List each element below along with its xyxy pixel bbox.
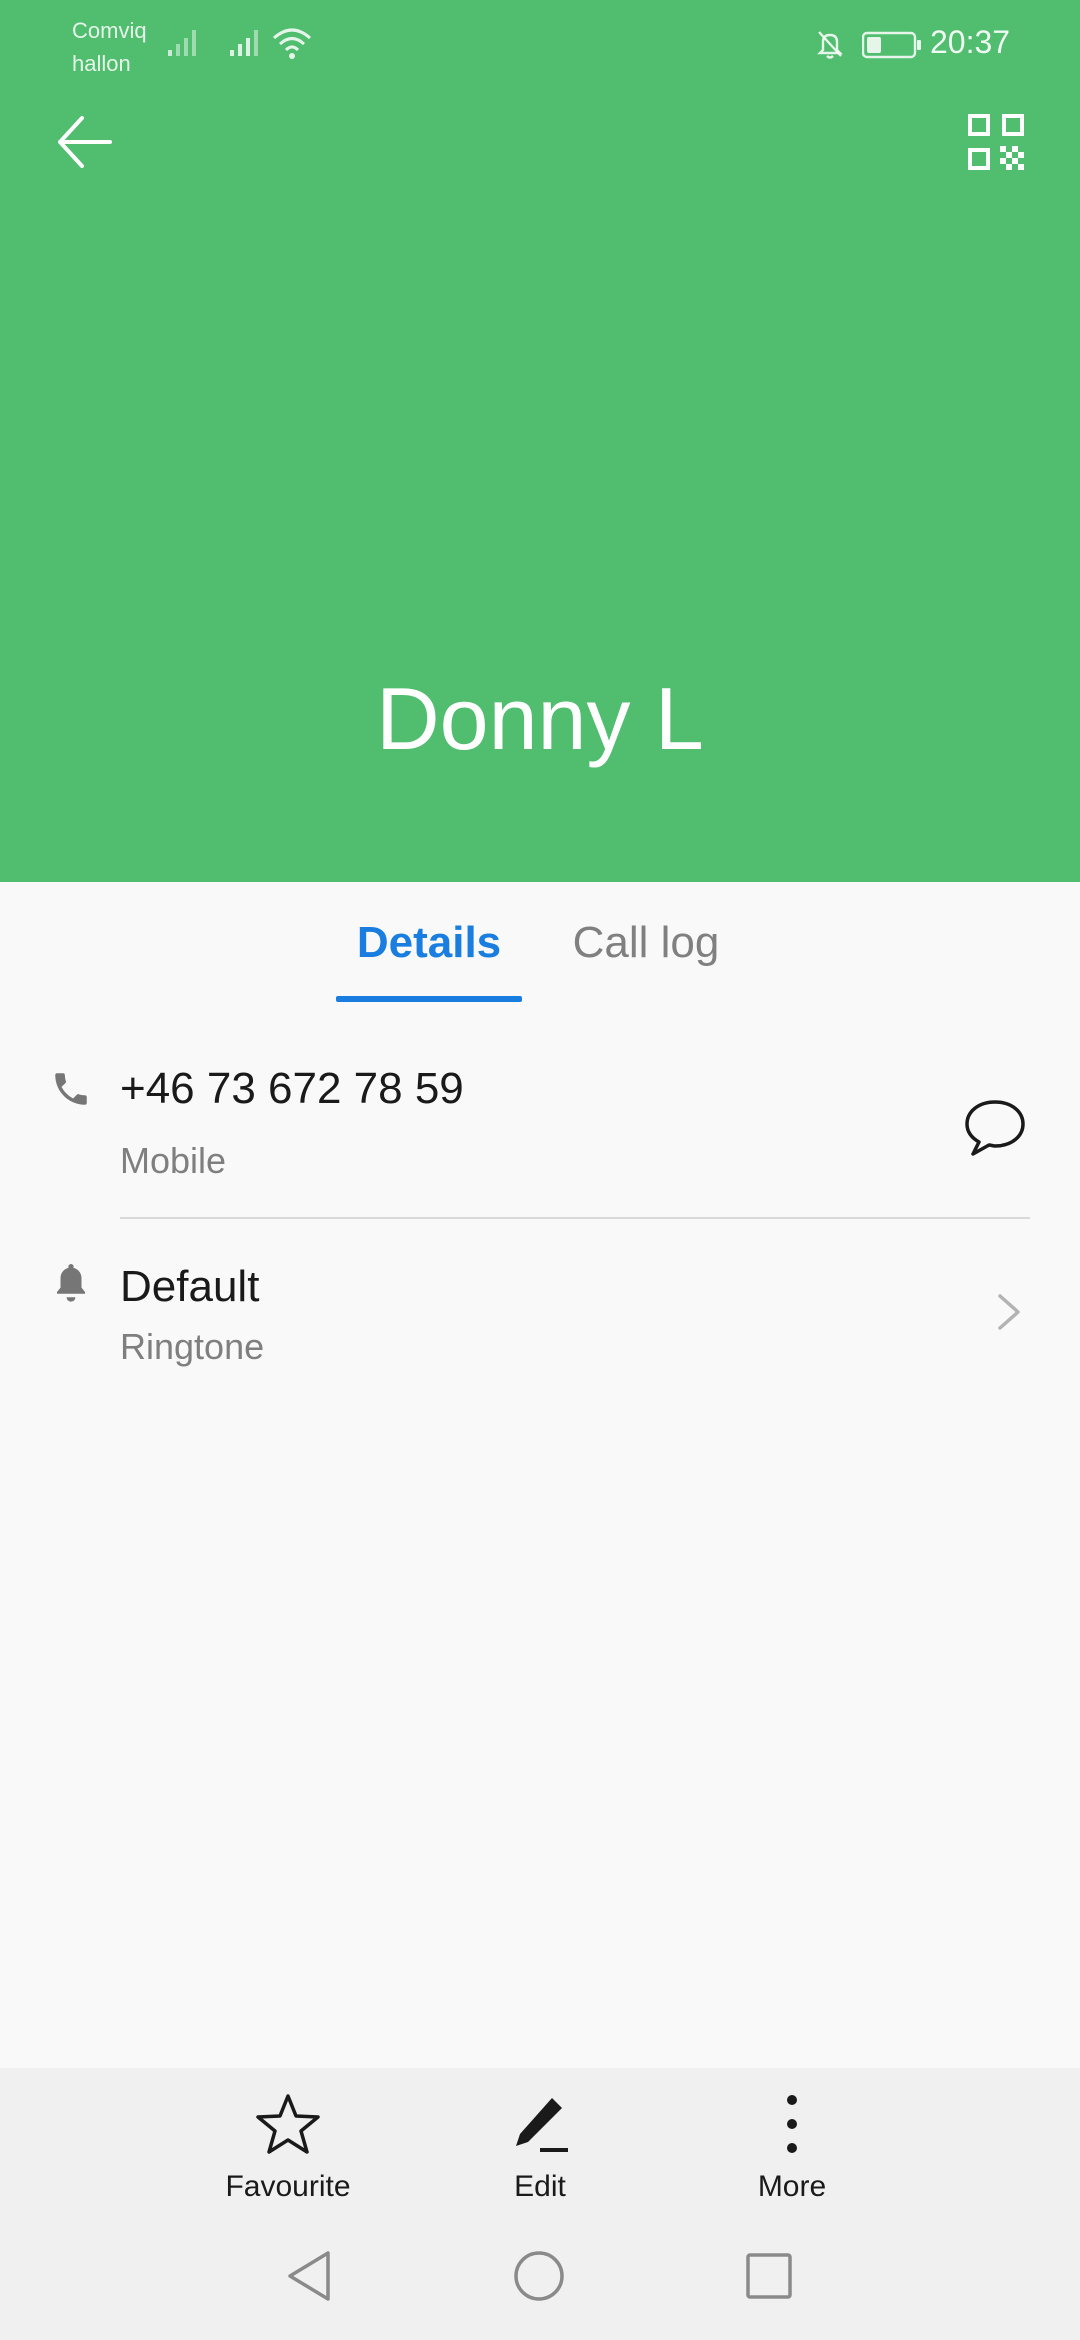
wifi-icon xyxy=(272,26,312,65)
detail-tabs: Details Call log xyxy=(0,882,1080,1004)
phone-number: +46 73 672 78 59 xyxy=(120,1064,464,1113)
tab-details[interactable]: Details xyxy=(336,882,522,1004)
system-navigation-bar xyxy=(0,2218,1080,2340)
arrow-back-icon xyxy=(54,112,114,177)
chevron-right-icon xyxy=(996,1292,1022,1337)
carrier-info: Comviq hallon xyxy=(72,14,147,80)
phone-icon xyxy=(50,1068,92,1115)
favourite-label: Favourite xyxy=(225,2170,351,2203)
favourite-button[interactable]: Favourite xyxy=(188,2068,388,2218)
signal-icon xyxy=(230,28,266,63)
status-bar: Comviq hallon 20:37 xyxy=(0,0,1080,90)
back-button[interactable] xyxy=(40,100,128,188)
carrier-line-1: Comviq xyxy=(72,18,147,43)
nav-back-button[interactable] xyxy=(264,2238,354,2318)
contact-header: Comviq hallon 20:37 Donny L xyxy=(0,0,1080,882)
message-icon xyxy=(963,1098,1027,1163)
nav-home-icon xyxy=(512,2249,566,2308)
tab-call-log[interactable]: Call log xyxy=(556,882,736,1004)
contact-name: Donny L xyxy=(376,669,704,768)
nav-recents-icon xyxy=(744,2251,794,2306)
status-time: 20:37 xyxy=(930,24,1011,60)
bottom-action-bar: Favourite Edit More xyxy=(0,2068,1080,2218)
send-message-button[interactable] xyxy=(950,1090,1040,1170)
qr-code-icon xyxy=(968,113,1024,175)
star-icon xyxy=(256,2092,320,2161)
signal-icon xyxy=(168,28,204,63)
more-vertical-icon xyxy=(782,2092,802,2161)
ringtone-row[interactable]: Default Ringtone xyxy=(0,1220,1080,1400)
edit-label: Edit xyxy=(514,2170,566,2203)
bell-icon xyxy=(50,1262,92,1313)
more-button[interactable]: More xyxy=(692,2068,892,2218)
more-label: More xyxy=(757,2170,827,2203)
edit-icon xyxy=(508,2092,572,2161)
nav-recents-button[interactable] xyxy=(724,2238,814,2318)
qr-code-button[interactable] xyxy=(952,100,1040,188)
ringtone-label: Ringtone xyxy=(120,1326,265,1367)
notifications-off-icon xyxy=(814,28,846,65)
ringtone-value: Default xyxy=(120,1262,260,1311)
row-divider xyxy=(120,1217,1030,1219)
tab-indicator xyxy=(336,996,522,1002)
battery-icon xyxy=(861,31,922,64)
carrier-line-2: hallon xyxy=(72,51,131,76)
nav-back-icon xyxy=(284,2249,334,2308)
edit-button[interactable]: Edit xyxy=(440,2068,640,2218)
phone-type: Mobile xyxy=(120,1140,227,1181)
phone-number-row[interactable]: +46 73 672 78 59 Mobile xyxy=(0,1040,1080,1218)
nav-home-button[interactable] xyxy=(494,2238,584,2318)
